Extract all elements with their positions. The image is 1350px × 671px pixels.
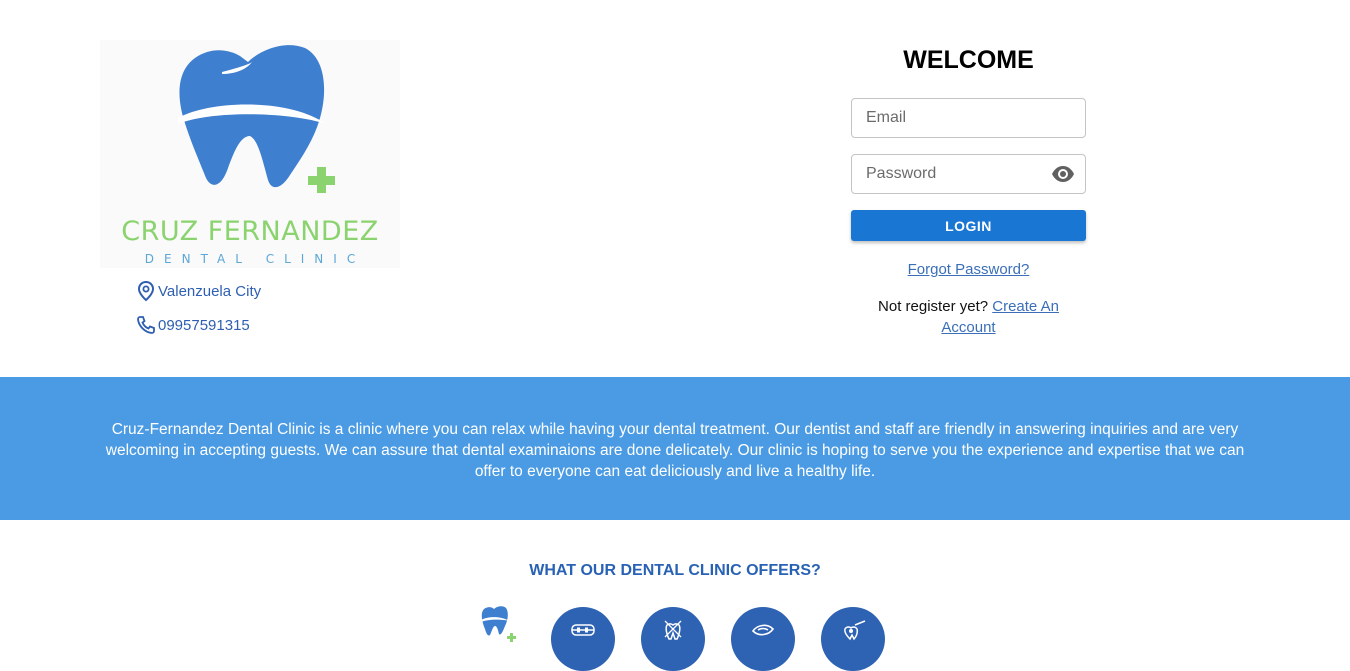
register-prompt: Not register yet? [878, 298, 989, 315]
forgot-password-row: Forgot Password? [851, 261, 1086, 278]
register-row: Not register yet? Create An Account [851, 296, 1086, 338]
braces-icon [571, 624, 595, 636]
phone-text: 09957591315 [158, 316, 250, 334]
login-form: WELCOME LOGIN Forgot Password? Not regis… [851, 40, 1086, 338]
tooth-logo-icon [178, 45, 335, 193]
service-braces[interactable] [551, 607, 615, 671]
service-extraction[interactable] [641, 607, 705, 671]
service-cleaning[interactable] [731, 607, 795, 671]
dental-cleaning-icon [751, 624, 775, 636]
top-section: CRUZ FERNANDEZ DENTAL CLINIC Valenzuela … [0, 0, 1350, 377]
dental-filling-icon [844, 620, 866, 641]
email-field[interactable] [852, 99, 1085, 137]
location-text: Valenzuela City [158, 282, 262, 300]
about-band: Cruz-Fernandez Dental Clinic is a clinic… [0, 377, 1350, 520]
tooth-logo-icon [481, 606, 516, 642]
logo-subtitle: DENTAL CLINIC [144, 252, 366, 266]
location-info: Valenzuela City [136, 280, 261, 302]
eye-icon[interactable] [1051, 164, 1075, 184]
tooth-extraction-icon [664, 620, 682, 640]
login-button[interactable]: LOGIN [851, 210, 1086, 241]
password-field-wrapper [851, 154, 1086, 194]
location-pin-icon [137, 280, 155, 302]
forgot-password-link[interactable]: Forgot Password? [908, 261, 1030, 278]
email-field-wrapper [851, 98, 1086, 138]
phone-icon [137, 316, 155, 334]
logo-title: CRUZ FERNANDEZ [121, 216, 379, 247]
services-row [0, 602, 1350, 671]
welcome-heading: WELCOME [903, 46, 1034, 74]
service-filling[interactable] [821, 607, 885, 671]
offers-heading: WHAT OUR DENTAL CLINIC OFFERS? [529, 562, 821, 579]
clinic-logo: CRUZ FERNANDEZ DENTAL CLINIC [100, 40, 400, 268]
about-text: Cruz-Fernandez Dental Clinic is a clinic… [105, 421, 1245, 480]
phone-info: 09957591315 [136, 315, 250, 335]
